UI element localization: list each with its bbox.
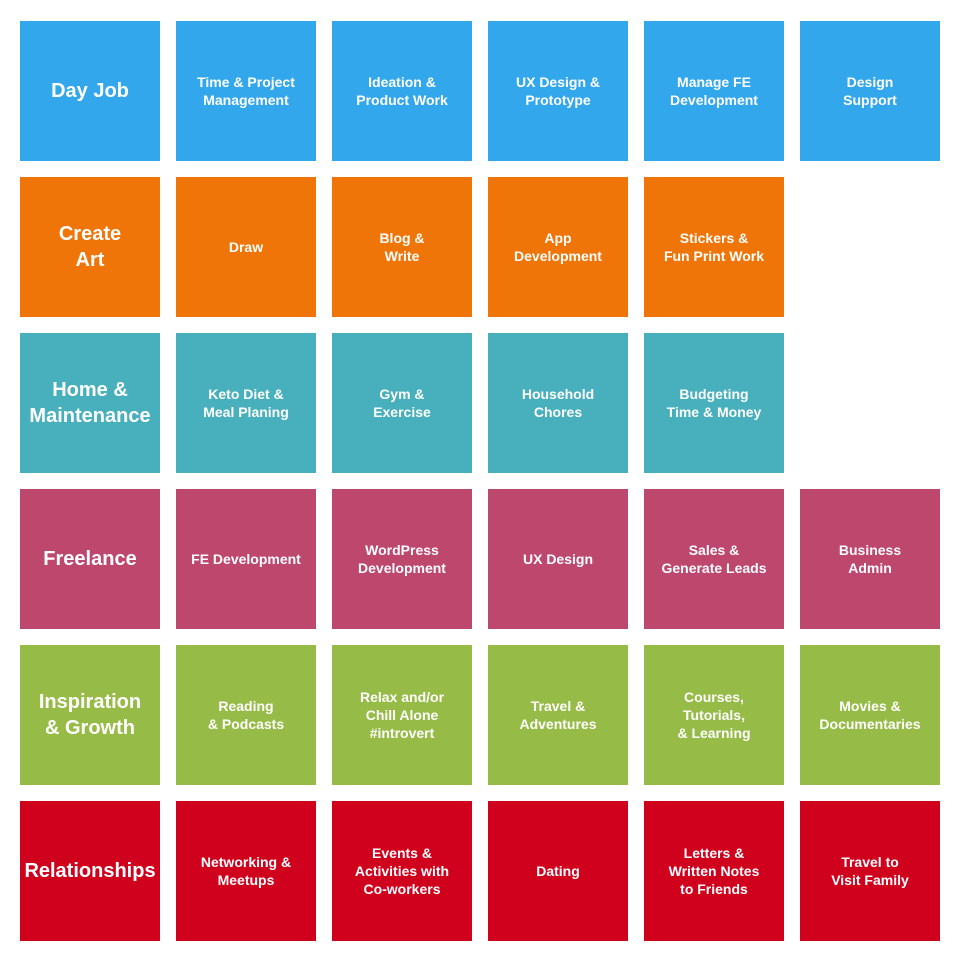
category-row: Inspiration & Growth Reading & Podcasts Re… [20, 645, 940, 785]
activity-label: Blog & Write [379, 230, 425, 264]
activity-tile[interactable]: Events & Activities with Co-workers [332, 801, 472, 941]
activity-label: UX Design & Prototype [515, 74, 600, 108]
activity-label: Manage FE Development [670, 74, 758, 108]
activity-label: Ideation & Product Work [356, 74, 448, 108]
category-header-tile[interactable]: Freelance [20, 489, 160, 629]
category-header-label: Day Job [51, 80, 129, 102]
activity-tile[interactable]: Reading & Podcasts [176, 645, 316, 785]
category-header-tile[interactable]: Day Job [20, 21, 160, 161]
activity-tile[interactable]: Dating [488, 801, 628, 941]
activity-label: Networking & Meetups [200, 854, 292, 888]
activity-label: Time & Project Management [197, 74, 295, 108]
activity-tile[interactable]: FE Development [176, 489, 316, 629]
activity-label: FE Development [191, 551, 301, 567]
activity-tile[interactable]: Networking & Meetups [176, 801, 316, 941]
activity-tile[interactable]: WordPress Development [332, 489, 472, 629]
activity-label: Household Chores [521, 386, 595, 420]
category-header-tile[interactable]: Inspiration & Growth [20, 645, 160, 785]
activity-label: UX Design [522, 551, 593, 567]
activity-tile[interactable]: App Development [488, 177, 628, 317]
activity-label: Travel to Visit Family [831, 854, 909, 888]
activity-tile[interactable]: Blog & Write [332, 177, 472, 317]
category-row: Home & Maintenance Keto Diet & Meal Plani… [20, 333, 940, 473]
activity-tile[interactable]: UX Design [488, 489, 628, 629]
activity-label: Stickers & Fun Print Work [663, 230, 765, 264]
activity-label: WordPress Development [358, 542, 446, 576]
category-row: Day Job Time & Project Management Ideation… [20, 21, 940, 161]
activity-label: Letters & Written Notes to Friends [668, 845, 760, 897]
activity-label: Design Support [843, 74, 897, 108]
activity-tile[interactable]: Courses, Tutorials, & Learning [644, 645, 784, 785]
activity-label: Movies & Documentaries [819, 698, 921, 732]
activity-tile[interactable]: Manage FE Development [644, 21, 784, 161]
activity-tile[interactable]: Movies & Documentaries [800, 645, 940, 785]
activity-tile[interactable]: Household Chores [488, 333, 628, 473]
category-row: Create Art Draw Blog & Write App Developmen… [20, 177, 940, 317]
category-header-tile[interactable]: Relationships [20, 801, 160, 941]
activity-label: Gym & Exercise [373, 386, 431, 420]
activity-tile[interactable]: Time & Project Management [176, 21, 316, 161]
activity-label: Keto Diet & Meal Planing [203, 386, 289, 420]
activity-label: Travel & Adventures [519, 698, 597, 732]
activity-tile[interactable]: Letters & Written Notes to Friends [644, 801, 784, 941]
category-header-label: Freelance [43, 548, 137, 570]
activity-tile[interactable]: Sales & Generate Leads [644, 489, 784, 629]
category-header-tile[interactable]: Create Art [20, 177, 160, 317]
activity-tile[interactable]: Budgeting Time & Money [644, 333, 784, 473]
activity-tile[interactable]: Relax and/or Chill Alone #introvert [332, 645, 472, 785]
activity-label: Draw [228, 239, 264, 255]
category-grid: Day Job Time & Project Management Ideation… [20, 21, 940, 957]
activity-label: App Development [514, 230, 602, 264]
activity-tile[interactable]: UX Design & Prototype [488, 21, 628, 161]
category-row: Freelance FE Development WordPress Develop… [20, 489, 940, 629]
activity-tile[interactable]: Keto Diet & Meal Planing [176, 333, 316, 473]
activity-label: Sales & Generate Leads [661, 542, 767, 576]
activity-tile[interactable]: Travel to Visit Family [800, 801, 940, 941]
category-header-label: Relationships [24, 860, 156, 882]
activity-label: Courses, Tutorials, & Learning [677, 689, 751, 741]
activity-label: Budgeting Time & Money [666, 386, 762, 420]
activity-tile[interactable]: Draw [176, 177, 316, 317]
activity-label: Events & Activities with Co-workers [354, 845, 450, 897]
activity-label: Dating [536, 863, 580, 879]
activity-tile[interactable]: Design Support [800, 21, 940, 161]
activity-tile[interactable]: Travel & Adventures [488, 645, 628, 785]
category-row: Relationships Networking & Meetups Events … [20, 801, 940, 941]
activity-tile[interactable]: Gym & Exercise [332, 333, 472, 473]
activity-label: Reading & Podcasts [207, 698, 285, 732]
activity-tile[interactable]: Ideation & Product Work [332, 21, 472, 161]
activity-tile[interactable]: Business Admin [800, 489, 940, 629]
category-header-label: Inspiration & Growth [38, 691, 142, 739]
category-header-tile[interactable]: Home & Maintenance [20, 333, 160, 473]
activity-label: Business Admin [838, 542, 902, 576]
activity-tile[interactable]: Stickers & Fun Print Work [644, 177, 784, 317]
category-header-label: Home & Maintenance [29, 379, 151, 427]
category-header-label: Create Art [58, 223, 122, 271]
activity-label: Relax and/or Chill Alone #introvert [359, 689, 445, 741]
